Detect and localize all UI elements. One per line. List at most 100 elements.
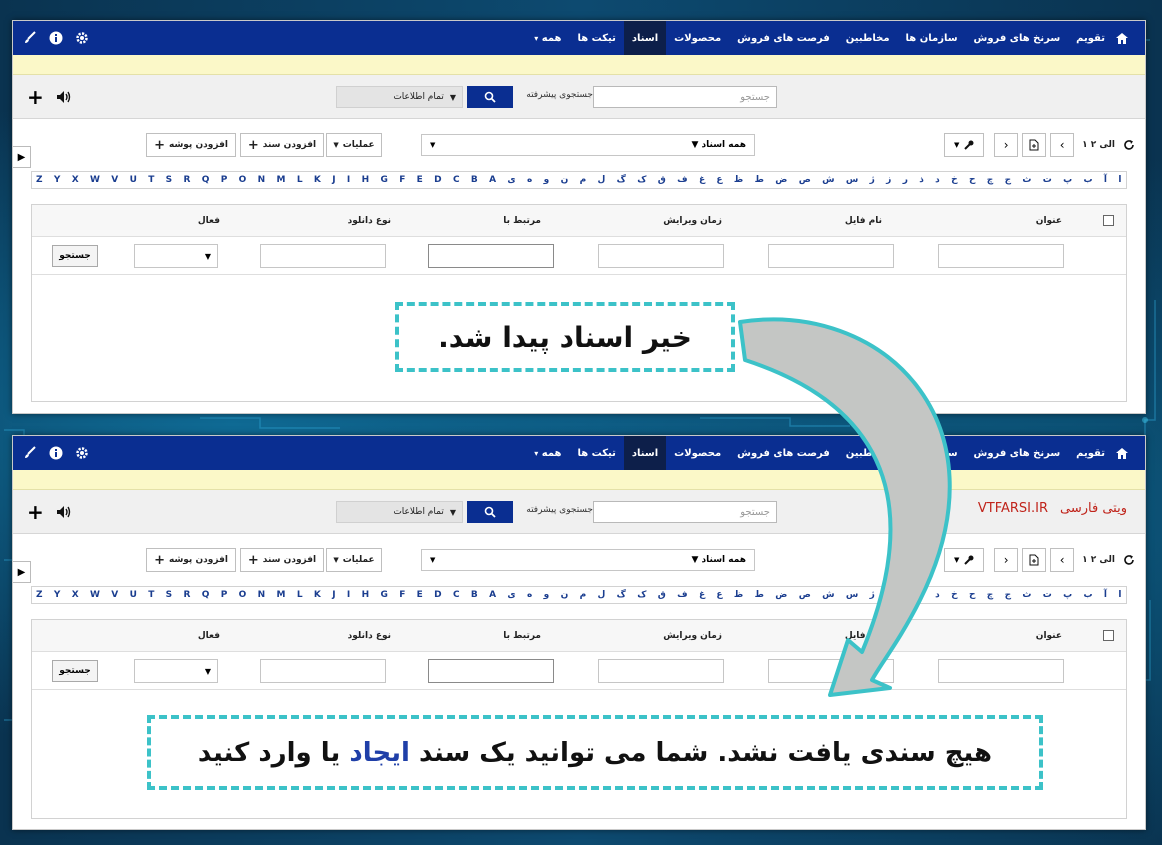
alphabet-letter[interactable]: ض	[775, 175, 787, 185]
modified-time-filter-input[interactable]	[598, 659, 724, 683]
alphabet-letter[interactable]: ث	[1022, 590, 1031, 600]
alphabet-letter[interactable]: H	[362, 590, 370, 600]
alphabet-letter[interactable]: V	[111, 175, 118, 185]
alphabet-letter[interactable]: ط	[755, 175, 764, 185]
brush-icon[interactable]	[23, 31, 37, 45]
column-download-type[interactable]: نوع دانلود	[348, 216, 391, 226]
refresh-icon[interactable]	[1123, 139, 1135, 151]
search-input[interactable]: جستجو	[593, 501, 777, 523]
alphabet-letter[interactable]: گ	[617, 175, 626, 185]
alphabet-letter[interactable]: ژ	[870, 175, 875, 185]
next-page-button[interactable]: ›	[994, 133, 1019, 157]
alphabet-letter[interactable]: Y	[54, 175, 61, 185]
nav-item-all[interactable]: همه ▾	[526, 436, 569, 470]
alphabet-letter[interactable]: ر	[903, 175, 908, 185]
column-filename[interactable]: نام فایل	[845, 216, 882, 226]
alphabet-letter[interactable]: F	[399, 590, 405, 600]
alphabet-letter[interactable]: W	[90, 175, 100, 185]
nav-item-organizations[interactable]: سازمان ها	[898, 21, 966, 55]
filename-filter-input[interactable]	[768, 659, 894, 683]
alphabet-letter[interactable]: غ	[699, 590, 705, 600]
page-jump-button[interactable]	[1022, 548, 1047, 572]
add-icon[interactable]: +	[27, 87, 44, 107]
alphabet-letter[interactable]: E	[417, 175, 423, 185]
alphabet-letter[interactable]: ن	[561, 175, 569, 185]
download-type-filter-input[interactable]	[260, 659, 386, 683]
alphabet-letter[interactable]: ع	[716, 590, 722, 600]
alphabet-letter[interactable]: U	[130, 590, 137, 600]
alphabet-letter[interactable]: O	[239, 175, 247, 185]
alphabet-letter[interactable]: م	[580, 590, 587, 600]
alphabet-letter[interactable]: و	[544, 175, 550, 185]
alphabet-letter[interactable]: L	[297, 175, 303, 185]
alphabet-letter[interactable]: W	[90, 590, 100, 600]
alphabet-letter[interactable]: N	[258, 590, 266, 600]
alphabet-letter[interactable]: و	[544, 590, 550, 600]
search-button[interactable]	[467, 86, 513, 108]
alphabet-letter[interactable]: Z	[36, 175, 43, 185]
alphabet-letter[interactable]: C	[453, 175, 460, 185]
alphabet-letter[interactable]: G	[380, 590, 387, 600]
alphabet-letter[interactable]: ه	[527, 175, 532, 185]
alphabet-letter[interactable]: A	[489, 175, 496, 185]
alphabet-letter[interactable]: ح	[969, 175, 976, 185]
alphabet-letter[interactable]: ص	[799, 590, 811, 600]
filename-filter-input[interactable]	[768, 244, 894, 268]
search-scope-select[interactable]: ▼ تمام اطلاعات	[336, 86, 463, 108]
alphabet-letter[interactable]: ذ	[919, 175, 924, 185]
alphabet-letter[interactable]: ر	[903, 590, 908, 600]
alphabet-letter[interactable]: د	[935, 590, 940, 600]
refresh-icon[interactable]	[1123, 554, 1135, 566]
alphabet-letter[interactable]: Q	[202, 175, 210, 185]
prev-page-button[interactable]: ‹	[1050, 548, 1075, 572]
document-filter-select[interactable]: ▼ همه اسناد ▼	[421, 134, 755, 156]
alphabet-letter[interactable]: ه	[527, 590, 532, 600]
nav-item-all[interactable]: همه ▾	[526, 21, 569, 55]
active-filter-select[interactable]: ▼	[134, 244, 218, 268]
alphabet-letter[interactable]: ش	[822, 590, 834, 600]
alphabet-letter[interactable]: د	[935, 175, 940, 185]
alphabet-letter[interactable]: Y	[54, 590, 61, 600]
search-scope-select[interactable]: ▼ تمام اطلاعات	[336, 501, 463, 523]
column-title[interactable]: عنوان	[1036, 216, 1062, 226]
add-document-button[interactable]: + افزودن سند	[240, 548, 324, 572]
alphabet-letter[interactable]: چ	[987, 590, 994, 600]
alphabet-letter[interactable]: A	[489, 590, 496, 600]
column-related-to[interactable]: مرتبط با	[503, 216, 541, 226]
alphabet-letter[interactable]: M	[277, 590, 286, 600]
alphabet-letter[interactable]: ق	[658, 590, 666, 600]
alphabet-letter[interactable]: G	[380, 175, 387, 185]
alphabet-letter[interactable]: ص	[799, 175, 811, 185]
nav-item-organizations[interactable]: سازمان ها	[898, 436, 966, 470]
nav-item-contacts[interactable]: مخاطبین	[838, 436, 898, 470]
alphabet-letter[interactable]: ل	[598, 175, 606, 185]
create-document-link[interactable]: ایجاد	[349, 738, 410, 768]
next-page-button[interactable]: ›	[994, 548, 1019, 572]
add-document-button[interactable]: + افزودن سند	[240, 133, 324, 157]
prev-page-button[interactable]: ‹	[1050, 133, 1075, 157]
nav-item-documents[interactable]: اسناد	[623, 436, 667, 470]
advanced-search-link[interactable]: جستجوی پیشرفته	[526, 505, 593, 515]
search-input[interactable]: جستجو	[593, 86, 777, 108]
alphabet-letter[interactable]: R	[183, 175, 190, 185]
nav-item-opportunities[interactable]: فرصت های فروش	[729, 21, 838, 55]
nav-item-tickets[interactable]: تیکت ها	[569, 436, 623, 470]
home-icon[interactable]	[1113, 436, 1135, 470]
alphabet-letter[interactable]: Z	[36, 590, 43, 600]
alphabet-letter[interactable]: ظ	[734, 590, 743, 600]
alphabet-letter[interactable]: D	[434, 590, 441, 600]
alphabet-letter[interactable]: H	[362, 175, 370, 185]
alphabet-letter[interactable]: ز	[886, 590, 891, 600]
nav-item-tickets[interactable]: تیکت ها	[569, 21, 623, 55]
alphabet-letter[interactable]: ی	[507, 590, 515, 600]
page-jump-button[interactable]	[1022, 133, 1047, 157]
alphabet-letter[interactable]: B	[471, 175, 478, 185]
actions-dropdown[interactable]: ▼ عملیات	[326, 548, 382, 572]
alphabet-letter[interactable]: U	[130, 175, 137, 185]
nav-item-products[interactable]: محصولات	[666, 21, 729, 55]
nav-item-products[interactable]: محصولات	[666, 436, 729, 470]
nav-item-opportunities[interactable]: فرصت های فروش	[729, 436, 838, 470]
alphabet-letter[interactable]: X	[72, 590, 79, 600]
alphabet-letter[interactable]: R	[183, 590, 190, 600]
nav-item-calendar[interactable]: تقویم	[1068, 21, 1113, 55]
